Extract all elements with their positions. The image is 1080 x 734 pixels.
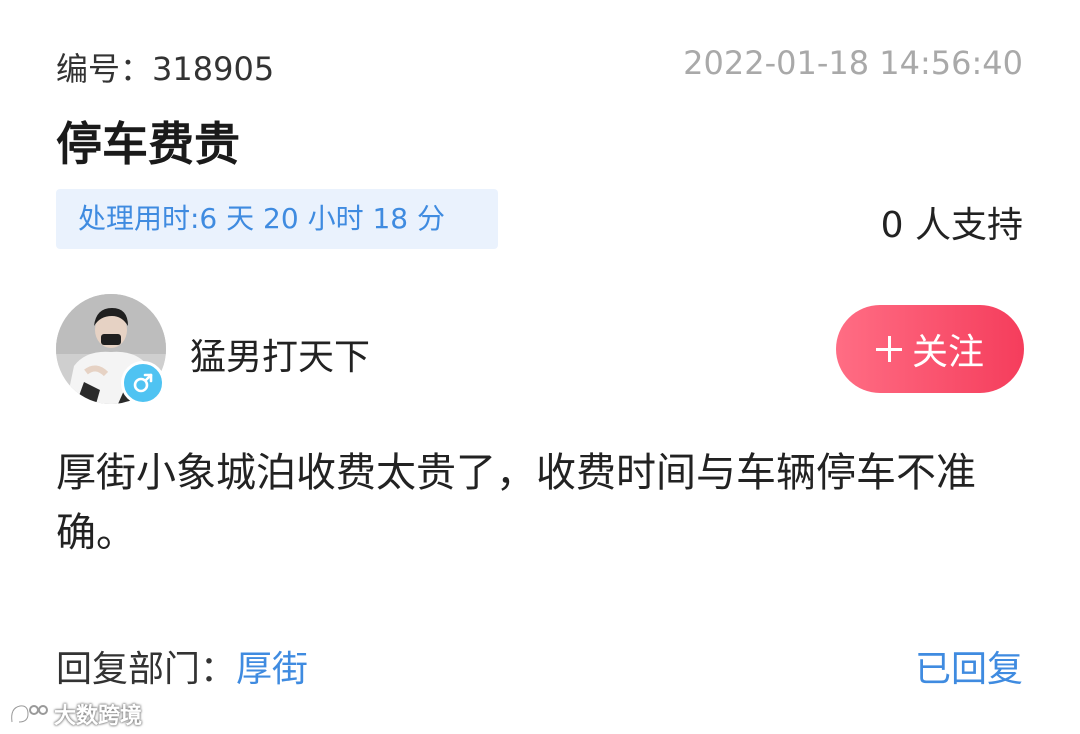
reply-department: 回复部门：厚街	[56, 640, 308, 692]
watermark-text: 大数跨境	[54, 704, 143, 729]
complaint-id: 编号：318905	[56, 44, 274, 90]
male-icon	[121, 361, 165, 405]
processing-time-badge: 处理用时:6 天 20 小时 18 分	[56, 189, 498, 249]
support-count[interactable]: 0 人支持	[881, 196, 1023, 248]
plus-icon	[875, 336, 902, 362]
reply-department-label: 回复部门：	[56, 649, 237, 690]
reply-status[interactable]: 已回复	[915, 640, 1023, 692]
watermark-logo	[10, 704, 48, 724]
timestamp: 2022-01-18 14:56:40	[683, 44, 1023, 82]
follow-button[interactable]: 关注	[836, 305, 1024, 393]
complaint-content: 厚街小象城泊收费太贵了，收费时间与车辆停车不准确。	[56, 450, 976, 556]
reply-department-value[interactable]: 厚街	[236, 649, 308, 690]
watermark: 大数跨境	[8, 698, 142, 730]
complaint-id-value: 318905	[152, 50, 275, 88]
page-title: 停车费贵	[56, 117, 240, 171]
username[interactable]: 猛男打天下	[190, 328, 370, 380]
complaint-id-label: 编号：	[56, 50, 153, 88]
follow-button-label: 关注	[911, 332, 984, 373]
